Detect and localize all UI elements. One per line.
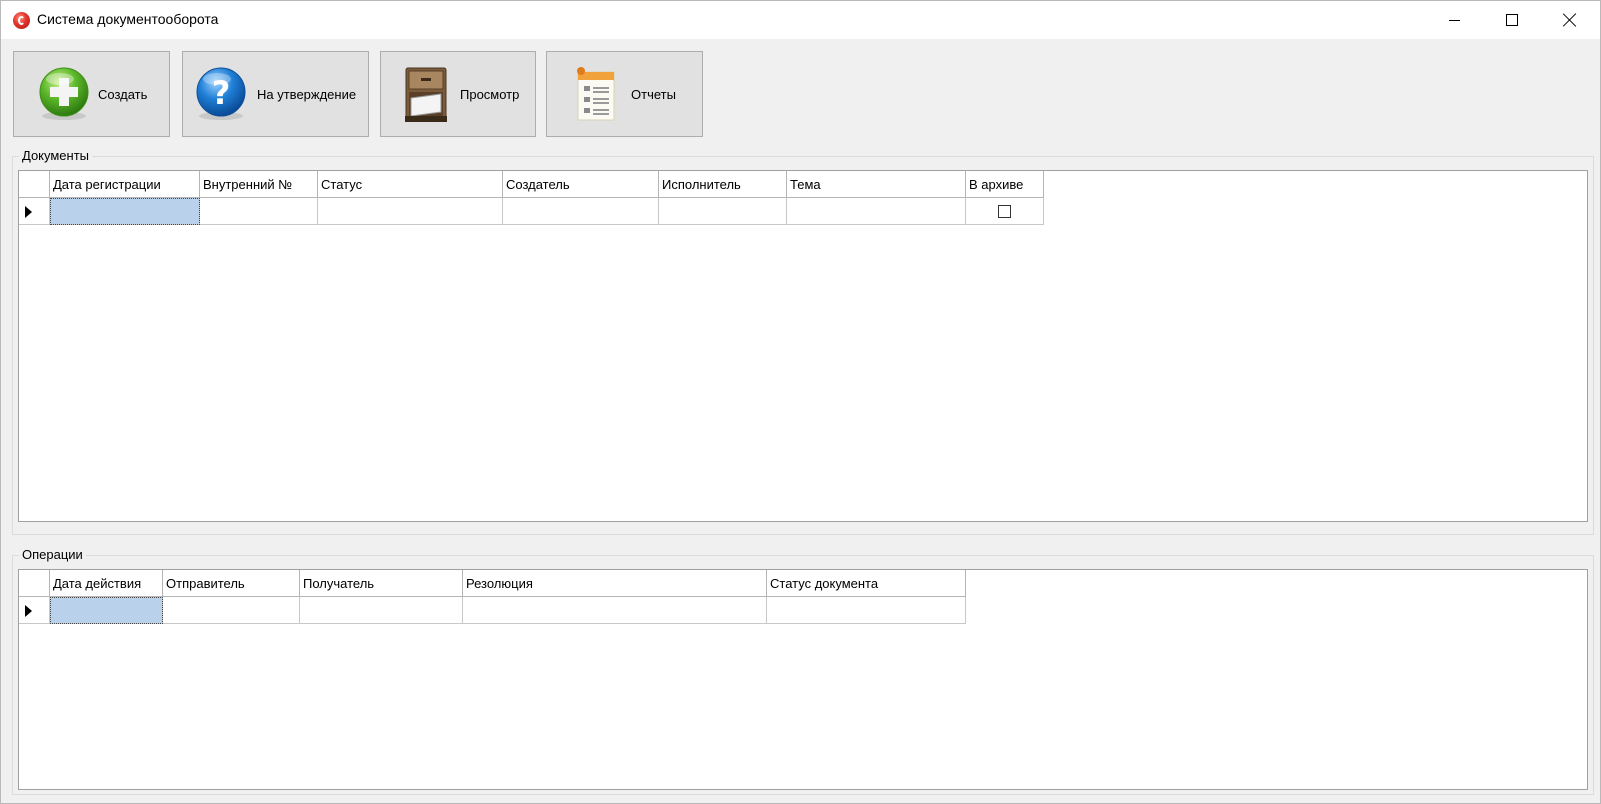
current-row-arrow-icon xyxy=(25,605,32,617)
column-header-action-date[interactable]: Дата действия xyxy=(49,570,163,597)
close-button[interactable] xyxy=(1541,1,1599,39)
documents-group-title: Документы xyxy=(19,148,93,163)
column-header-registration-date[interactable]: Дата регистрации xyxy=(49,171,200,198)
archived-checkbox[interactable] xyxy=(998,204,1011,218)
green-plus-icon xyxy=(39,67,89,120)
column-header-creator[interactable]: Создатель xyxy=(502,171,659,198)
cell-executor[interactable] xyxy=(658,197,787,225)
column-header-resolution[interactable]: Резолюция xyxy=(462,570,767,597)
operations-grid[interactable]: Дата действия Отправитель Получатель Рез… xyxy=(18,569,1588,790)
row-header[interactable] xyxy=(19,596,50,624)
column-header-recipient[interactable]: Получатель xyxy=(299,570,463,597)
view-button[interactable]: Просмотр xyxy=(380,51,536,137)
column-header-archived[interactable]: В архиве xyxy=(965,171,1044,198)
column-header-topic[interactable]: Тема xyxy=(786,171,966,198)
app-logo-icon xyxy=(13,12,30,29)
create-button-label: Создать xyxy=(98,87,148,102)
documents-table: Дата регистрации Внутренний № Статус Соз… xyxy=(19,171,1044,225)
table-row[interactable] xyxy=(19,596,966,624)
view-button-label: Просмотр xyxy=(460,87,520,102)
blue-question-icon: ? xyxy=(196,67,246,120)
cell-internal-number[interactable] xyxy=(199,197,318,225)
maximize-button[interactable] xyxy=(1483,1,1541,39)
row-header-corner[interactable] xyxy=(19,171,50,198)
operations-group-title: Операции xyxy=(19,547,86,562)
documents-grid[interactable]: Дата регистрации Внутренний № Статус Соз… xyxy=(18,170,1588,522)
documents-header-row: Дата регистрации Внутренний № Статус Соз… xyxy=(19,171,1044,198)
report-document-icon xyxy=(577,67,615,121)
current-row-arrow-icon xyxy=(25,206,32,218)
operations-table: Дата действия Отправитель Получатель Рез… xyxy=(19,570,966,624)
cell-document-status[interactable] xyxy=(766,596,966,624)
cell-sender[interactable] xyxy=(162,596,300,624)
column-header-status[interactable]: Статус xyxy=(317,171,503,198)
cell-topic[interactable] xyxy=(786,197,966,225)
window-title: Система документооборота xyxy=(37,11,219,27)
maximize-icon xyxy=(1506,14,1518,26)
approve-button[interactable]: ? На утверждение xyxy=(182,51,369,137)
column-header-executor[interactable]: Исполнитель xyxy=(658,171,787,198)
table-row[interactable] xyxy=(19,197,1044,225)
cell-archived[interactable] xyxy=(965,197,1044,225)
cell-status[interactable] xyxy=(317,197,503,225)
documents-group: Документы Дата регистрации Внутренний № … xyxy=(12,148,1594,535)
column-header-sender[interactable]: Отправитель xyxy=(162,570,300,597)
cell-resolution[interactable] xyxy=(462,596,767,624)
column-header-internal-number[interactable]: Внутренний № xyxy=(199,171,318,198)
reports-button-label: Отчеты xyxy=(631,87,676,102)
minimize-button[interactable] xyxy=(1425,1,1483,39)
cell-creator[interactable] xyxy=(502,197,659,225)
close-icon xyxy=(1563,13,1577,27)
cell-registration-date[interactable] xyxy=(49,197,200,225)
reports-button[interactable]: Отчеты xyxy=(546,51,703,137)
cell-recipient[interactable] xyxy=(299,596,463,624)
cell-action-date[interactable] xyxy=(49,596,163,624)
row-header-corner[interactable] xyxy=(19,570,50,597)
row-header[interactable] xyxy=(19,197,50,225)
minimize-icon xyxy=(1448,19,1460,21)
column-header-document-status[interactable]: Статус документа xyxy=(766,570,966,597)
title-bar: Система документооборота xyxy=(1,1,1600,39)
operations-group: Операции Дата действия Отправитель Получ… xyxy=(12,547,1594,795)
file-cabinet-icon xyxy=(405,67,447,122)
main-window: Система документооборота Создать ? На ут… xyxy=(0,0,1601,804)
operations-header-row: Дата действия Отправитель Получатель Рез… xyxy=(19,570,966,597)
create-button[interactable]: Создать xyxy=(13,51,170,137)
approve-button-label: На утверждение xyxy=(257,87,357,102)
